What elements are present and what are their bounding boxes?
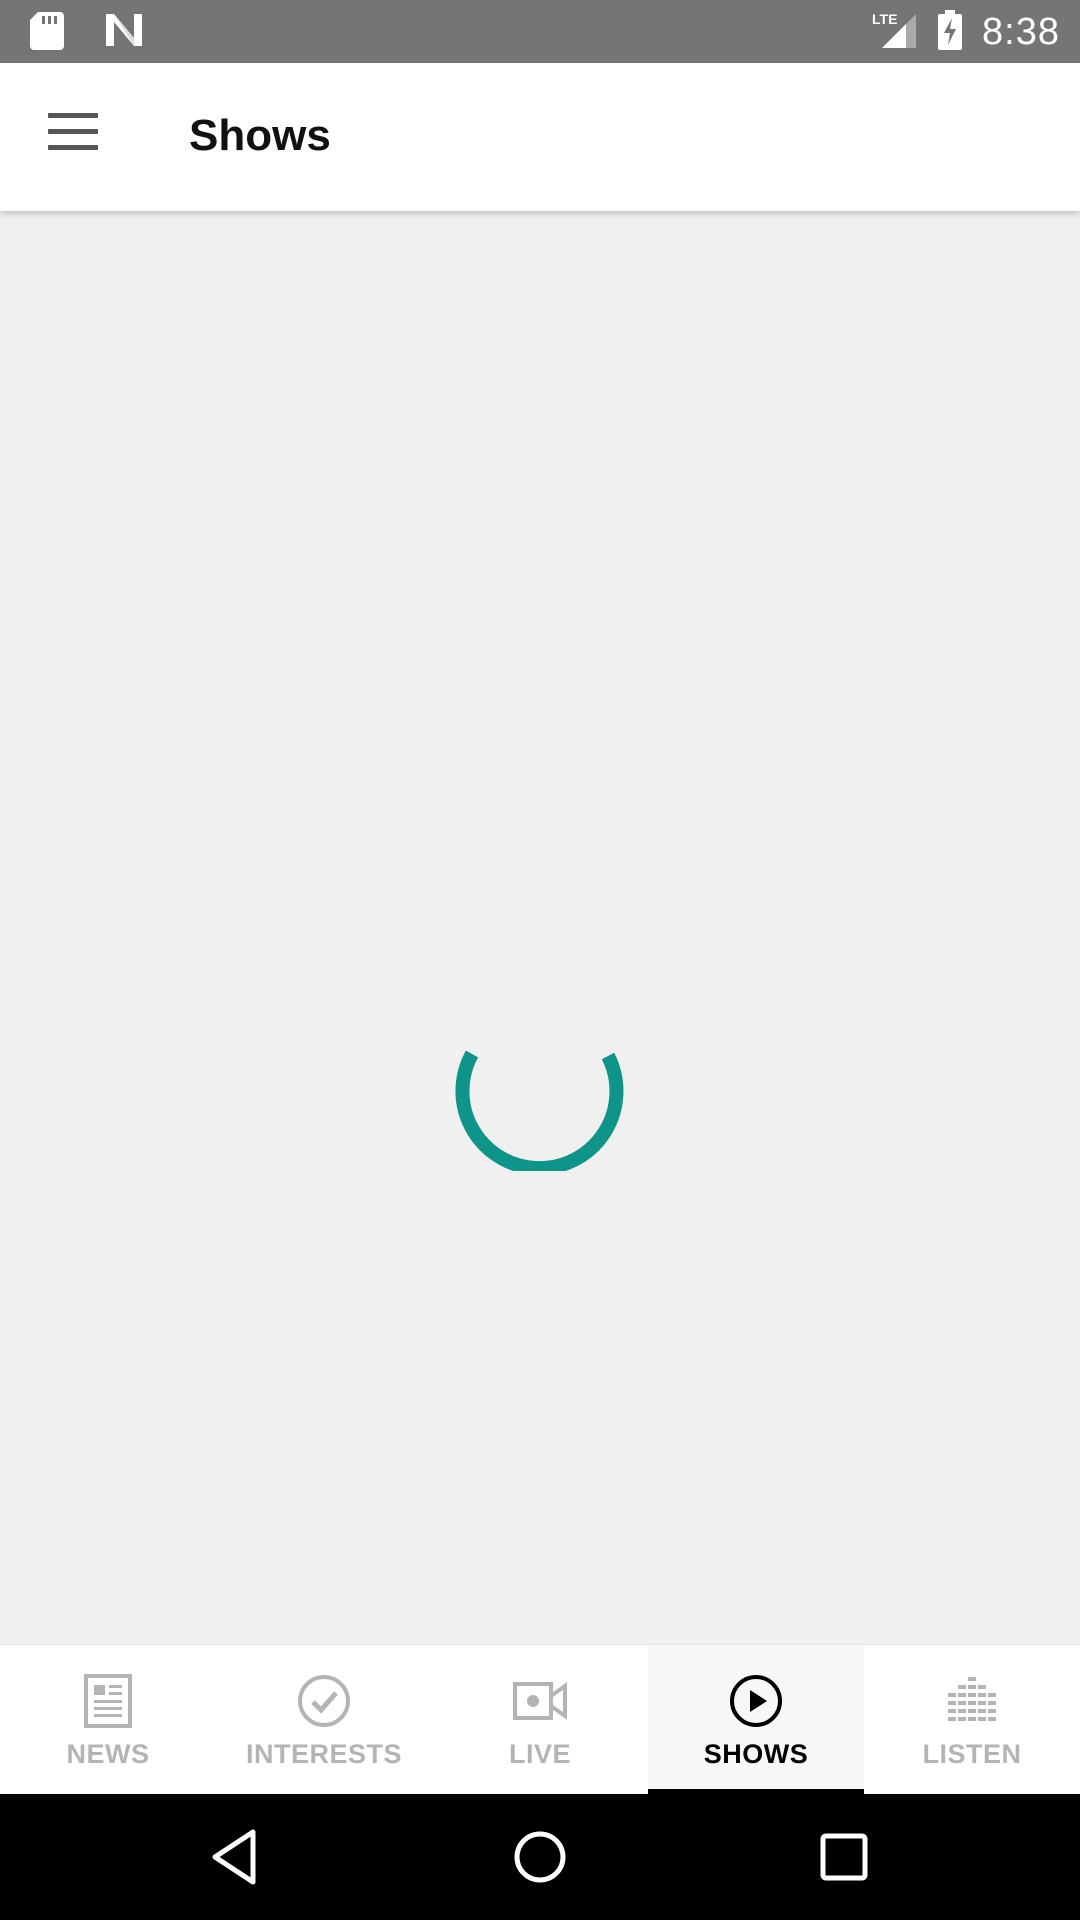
tab-live[interactable]: LIVE bbox=[432, 1645, 648, 1795]
tab-shows-label: SHOWS bbox=[703, 1739, 809, 1769]
tab-live-label: LIVE bbox=[508, 1739, 571, 1769]
app-bar: Shows bbox=[0, 63, 1080, 211]
n-notification-icon bbox=[104, 12, 144, 55]
tab-interests-label: INTERESTS bbox=[245, 1739, 403, 1769]
recents-icon[interactable] bbox=[811, 1824, 877, 1890]
equalizer-icon bbox=[948, 1677, 996, 1721]
tab-shows[interactable]: SHOWS bbox=[648, 1645, 864, 1795]
home-icon[interactable] bbox=[507, 1824, 573, 1890]
back-icon[interactable] bbox=[203, 1824, 269, 1890]
play-circle-icon bbox=[730, 1675, 782, 1727]
system-navigation-bar bbox=[0, 1794, 1080, 1920]
status-time: 8:38 bbox=[982, 10, 1060, 53]
newspaper-icon bbox=[84, 1674, 132, 1728]
tab-news[interactable]: NEWS bbox=[0, 1645, 216, 1795]
tab-news-label: NEWS bbox=[66, 1739, 150, 1769]
content-area bbox=[0, 211, 1080, 1644]
hamburger-menu-icon[interactable] bbox=[40, 113, 106, 161]
status-bar: LTE 8:38 bbox=[0, 0, 1080, 63]
svg-text:LTE: LTE bbox=[872, 11, 897, 27]
video-camera-icon bbox=[513, 1682, 567, 1720]
loading-spinner bbox=[455, 1050, 624, 1171]
bottom-navigation: NEWS INTERESTS LIVE SHOWS LISTEN bbox=[0, 1644, 1080, 1795]
sd-card-icon bbox=[30, 12, 64, 55]
tab-listen-label: LISTEN bbox=[922, 1739, 1022, 1769]
battery-charging-icon bbox=[938, 9, 963, 55]
tab-interests[interactable]: INTERESTS bbox=[216, 1645, 432, 1795]
lte-signal-icon: LTE bbox=[872, 10, 918, 55]
tab-listen[interactable]: LISTEN bbox=[864, 1645, 1080, 1795]
check-circle-icon bbox=[298, 1675, 350, 1727]
page-title: Shows bbox=[189, 111, 331, 160]
